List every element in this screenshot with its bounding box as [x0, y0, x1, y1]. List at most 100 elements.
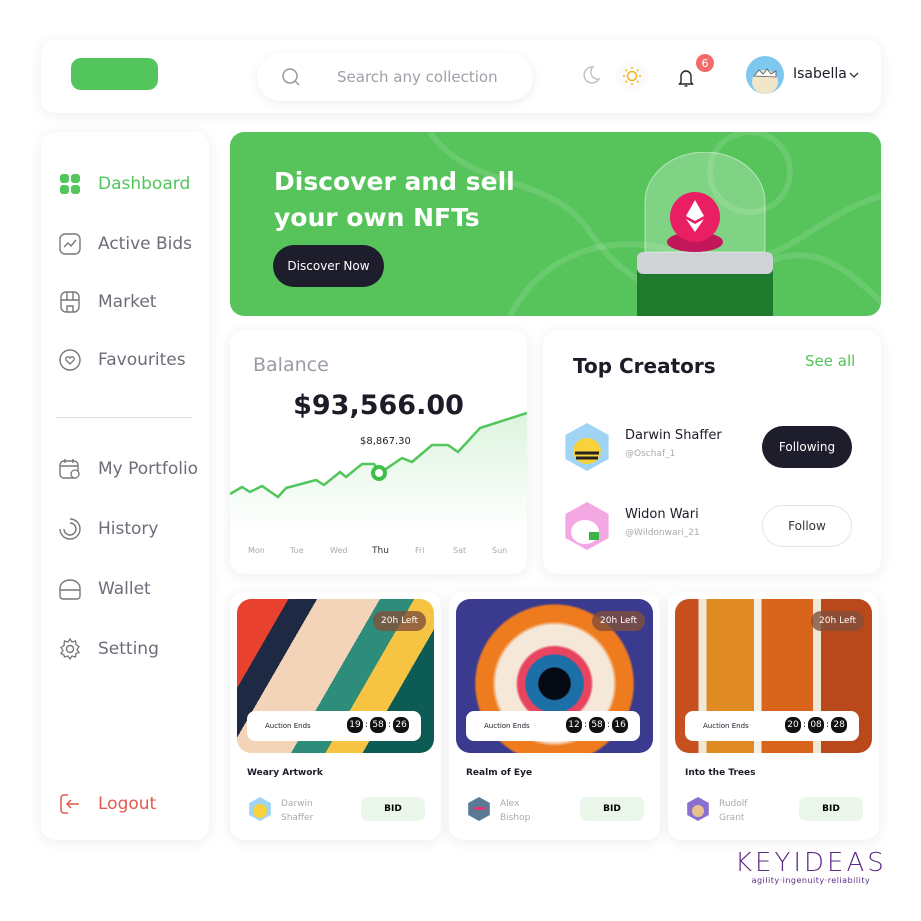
timer-minutes: 58 [370, 717, 387, 733]
history-icon [59, 518, 81, 540]
notification-badge: 6 [696, 54, 714, 72]
see-all-link[interactable]: See all [805, 352, 855, 370]
selected-point [371, 465, 387, 481]
brand-tagline: agility·ingenuity·reliability [751, 876, 871, 885]
sidebar-item-label: Favourites [98, 350, 186, 370]
sidebar-item-favourites[interactable]: Favourites [59, 349, 186, 371]
creator-avatar [565, 502, 609, 550]
sidebar-item-label: Market [98, 292, 157, 312]
owner-avatar [687, 797, 709, 821]
sidebar-item-label: Active Bids [98, 234, 193, 254]
search-icon [282, 68, 300, 86]
hero-banner: Discover and sell your own NFTs Discover… [230, 132, 881, 316]
day-label: Wed [330, 546, 348, 555]
nft-card[interactable]: 20h Left Auction Ends 19:58:26 Weary Artw… [230, 592, 441, 840]
nft-name: Realm of Eye [466, 768, 533, 778]
dark-mode-button[interactable] [581, 65, 601, 85]
time-left-badge: 20h Left [373, 611, 426, 631]
logo[interactable] [71, 58, 158, 90]
logout-label: Logout [98, 794, 157, 814]
balance-chart [230, 411, 527, 530]
sidebar-item-label: Setting [98, 639, 159, 659]
creator-handle: @Oschaf_1 [625, 449, 676, 459]
sidebar-item-label: Dashboard [98, 174, 191, 194]
owner-name: Darwin Shaffer [281, 799, 314, 823]
notifications-button[interactable] [677, 68, 695, 88]
sidebar-item-wallet[interactable]: Wallet [59, 578, 151, 600]
moon-icon [583, 66, 601, 84]
day-label: Sat [453, 546, 467, 555]
dashboard-icon [59, 173, 81, 195]
top-creators-title: Top Creators [573, 354, 716, 378]
creator-handle: @Wildonwari_21 [625, 528, 700, 538]
owner-name: Alex Bishop [500, 799, 531, 823]
sidebar-item-my-portfolio[interactable]: My Portfolio [59, 458, 198, 480]
light-mode-button[interactable] [616, 60, 648, 92]
creator-name: Widon Wari [625, 507, 699, 522]
following-button[interactable]: Following [762, 426, 852, 468]
search-bar [257, 53, 533, 101]
sidebar-item-history[interactable]: History [59, 518, 158, 540]
auction-label: Auction Ends [703, 722, 749, 730]
chart-icon [59, 233, 81, 255]
creator-avatar [565, 423, 609, 471]
bid-button[interactable]: BID [799, 797, 863, 821]
auction-timer: Auction Ends 20:08:28 [685, 711, 859, 741]
sidebar-item-label: Wallet [98, 579, 151, 599]
search-input[interactable] [337, 68, 517, 86]
auction-timer: Auction Ends 19:58:26 [247, 711, 421, 741]
day-label: Sun [492, 546, 508, 555]
timer-seconds: 28 [831, 717, 848, 733]
timer-minutes: 08 [808, 717, 825, 733]
chevron-down-icon[interactable] [849, 71, 859, 79]
avatar[interactable] [746, 56, 784, 94]
bell-icon [678, 70, 694, 87]
auction-label: Auction Ends [484, 722, 530, 730]
heart-icon [59, 349, 81, 371]
timer-hours: 19 [347, 717, 363, 733]
nft-artwork[interactable]: 20h Left Auction Ends 19:58:26 [237, 599, 434, 753]
timer-hours: 20 [785, 717, 801, 733]
sidebar-item-active-bids[interactable]: Active Bids [59, 233, 192, 255]
time-left-badge: 20h Left [811, 611, 864, 631]
banner-title: Discover and sell your own NFTs [274, 167, 515, 232]
bid-button[interactable]: BID [361, 797, 425, 821]
auction-timer: Auction Ends 12:58:16 [466, 711, 640, 741]
sidebar: Dashboard Active Bids Market Favourites … [41, 132, 209, 840]
sidebar-item-market[interactable]: Market [59, 291, 156, 313]
creator-name: Darwin Shaffer [625, 428, 722, 443]
follow-button[interactable]: Follow [762, 505, 852, 547]
top-bar: 6 Isabella [41, 40, 881, 113]
nft-name: Into the Trees [685, 768, 756, 778]
sidebar-item-dashboard[interactable]: Dashboard [59, 173, 190, 195]
creator-item: Darwin Shaffer @Oschaf_1 Following [563, 419, 863, 475]
discover-now-button[interactable]: Discover Now [273, 245, 384, 287]
bid-button[interactable]: BID [580, 797, 644, 821]
user-name[interactable]: Isabella [793, 66, 847, 82]
wallet-icon [59, 578, 81, 600]
nft-card[interactable]: 20h Left Auction Ends 12:58:16 Realm of E… [449, 592, 660, 840]
sun-icon [623, 67, 641, 85]
gear-icon [59, 638, 81, 660]
owner-avatar [468, 797, 490, 821]
timer-minutes: 58 [589, 717, 606, 733]
owner-avatar [249, 797, 271, 821]
logout-icon [59, 793, 81, 815]
day-label: Mon [248, 546, 265, 555]
nft-artwork[interactable]: 20h Left Auction Ends 20:08:28 [675, 599, 872, 753]
nft-jar-illustration [637, 152, 773, 316]
nft-artwork[interactable]: 20h Left Auction Ends 12:58:16 [456, 599, 653, 753]
nft-name: Weary Artwork [247, 768, 323, 778]
day-label: Tue [290, 546, 304, 555]
nft-card[interactable]: 20h Left Auction Ends 20:08:28 Into the T… [668, 592, 879, 840]
keyideas-logo: KEYIDEAS agility·ingenuity·reliability [735, 848, 887, 885]
store-icon [59, 291, 81, 313]
day-label: Thu [372, 546, 389, 556]
balance-card: Balance $93,566.00 $8,867.30 Mon Tue Wed… [230, 330, 527, 574]
auction-label: Auction Ends [265, 722, 311, 730]
logout-button[interactable]: Logout [59, 793, 156, 815]
sidebar-item-setting[interactable]: Setting [59, 638, 159, 660]
sidebar-item-label: My Portfolio [98, 459, 199, 479]
brand-name: KEYIDEAS [735, 848, 887, 878]
top-creators-card: Top Creators See all Darwin Shaffer @Osc… [543, 330, 881, 574]
